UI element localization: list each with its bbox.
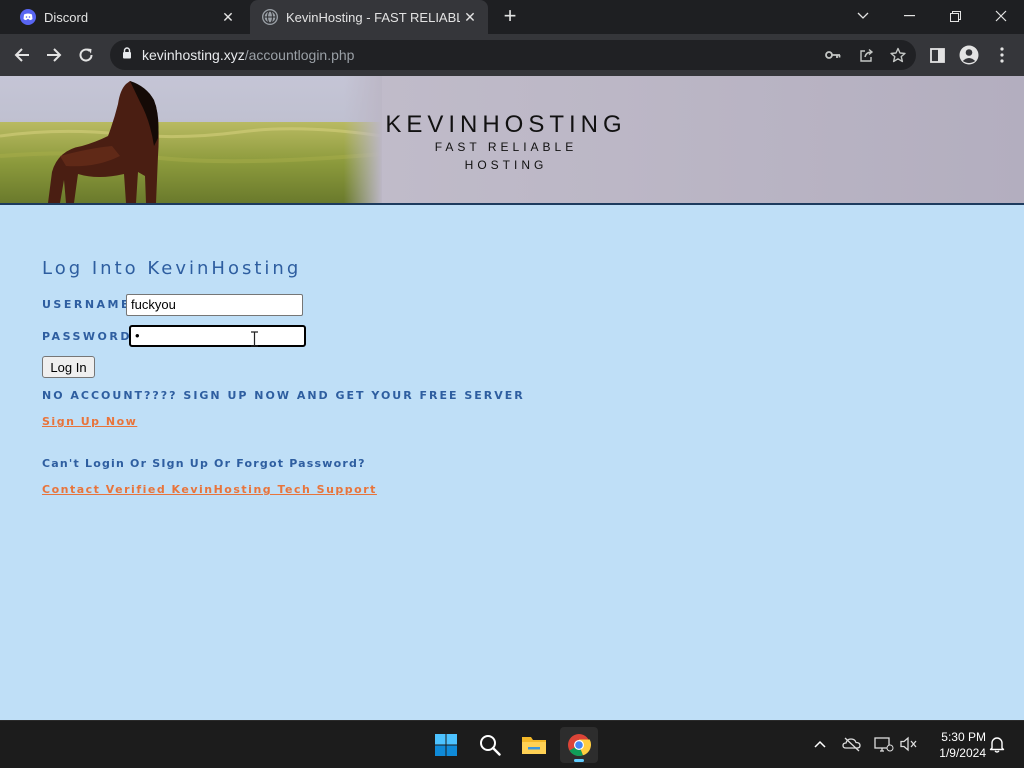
menu-kebab-icon[interactable] — [989, 42, 1015, 68]
url-path: /accountlogin.php — [244, 47, 355, 63]
url-text: kevinhosting.xyz/accountlogin.php — [142, 47, 354, 63]
minimize-window-button[interactable] — [886, 0, 932, 32]
clock-date: 1/9/2024 — [939, 746, 986, 760]
horse-field-banner-image — [0, 76, 382, 203]
browser-tab-strip: Discord ✕ KevinHosting - FAST RELIABLE H… — [0, 0, 1024, 34]
tab-title: KevinHosting - FAST RELIABLE HOSTING — [286, 9, 460, 25]
brand-block: KEVINHOSTING FAST RELIABLE HOSTING — [382, 112, 630, 174]
tab-search-icon[interactable] — [840, 0, 886, 32]
lock-icon[interactable] — [122, 46, 132, 64]
tab-title: Discord — [44, 9, 89, 25]
tab-discord[interactable]: Discord ✕ — [8, 0, 246, 34]
active-app-indicator — [574, 759, 584, 762]
share-icon[interactable] — [853, 42, 879, 68]
forward-arrow-icon[interactable] — [41, 42, 67, 68]
no-account-text: NO ACCOUNT???? SIGN UP NOW AND GET YOUR … — [42, 389, 525, 402]
tab-kevinhosting[interactable]: KevinHosting - FAST RELIABLE HOSTING ✕ — [250, 0, 488, 34]
globe-icon — [262, 9, 278, 25]
profile-avatar-icon[interactable] — [956, 42, 982, 68]
key-icon[interactable] — [820, 42, 846, 68]
text-cursor-icon — [251, 331, 258, 347]
file-explorer-icon[interactable] — [515, 727, 553, 763]
close-tab-icon[interactable]: ✕ — [460, 9, 480, 26]
back-arrow-icon[interactable] — [9, 42, 35, 68]
chrome-taskbar-icon[interactable] — [560, 727, 598, 763]
password-label: PASSWORD — [42, 330, 133, 343]
reload-icon[interactable] — [73, 42, 99, 68]
address-bar[interactable]: kevinhosting.xyz/accountlogin.php — [110, 40, 916, 70]
site-banner: KEVINHOSTING FAST RELIABLE HOSTING — [0, 76, 1024, 205]
browser-toolbar: kevinhosting.xyz/accountlogin.php — [0, 34, 1024, 76]
brand-name: KEVINHOSTING — [385, 111, 627, 138]
login-heading: Log Into KevinHosting — [42, 258, 302, 279]
username-input[interactable]: fuckyou — [126, 294, 303, 316]
discord-icon — [20, 9, 36, 25]
brand-tagline: FAST RELIABLE HOSTING — [434, 140, 578, 172]
notification-bell-icon[interactable] — [986, 733, 1008, 755]
login-help-text: Can't Login Or SIgn Up Or Forgot Passwor… — [42, 457, 366, 470]
web-page: KEVINHOSTING FAST RELIABLE HOSTING Log I… — [0, 76, 1024, 720]
volume-muted-icon[interactable] — [898, 733, 920, 755]
username-label: USERNAME — [42, 298, 132, 311]
tech-support-link[interactable]: Contact Verified KevinHosting Tech Suppo… — [42, 483, 377, 496]
chevron-up-icon[interactable] — [809, 733, 831, 755]
url-domain: kevinhosting.xyz — [142, 47, 245, 63]
login-button[interactable]: Log In — [42, 356, 95, 378]
windows-start-icon[interactable] — [427, 727, 465, 763]
password-input[interactable]: • — [129, 325, 306, 347]
close-tab-icon[interactable]: ✕ — [218, 9, 238, 26]
new-tab-button[interactable]: + — [498, 4, 522, 28]
sign-up-link[interactable]: Sign Up Now — [42, 415, 137, 428]
network-icon[interactable] — [873, 733, 895, 755]
star-bookmark-icon[interactable] — [885, 42, 911, 68]
onedrive-offline-icon[interactable] — [841, 733, 863, 755]
close-window-button[interactable] — [978, 0, 1024, 32]
windows-taskbar: 5:30 PM 1/9/2024 — [0, 720, 1024, 768]
search-icon[interactable] — [471, 727, 509, 763]
restore-window-button[interactable] — [932, 0, 978, 32]
taskbar-clock[interactable]: 5:30 PM 1/9/2024 — [928, 729, 986, 761]
clock-time: 5:30 PM — [941, 730, 986, 744]
side-panel-icon[interactable] — [924, 42, 950, 68]
